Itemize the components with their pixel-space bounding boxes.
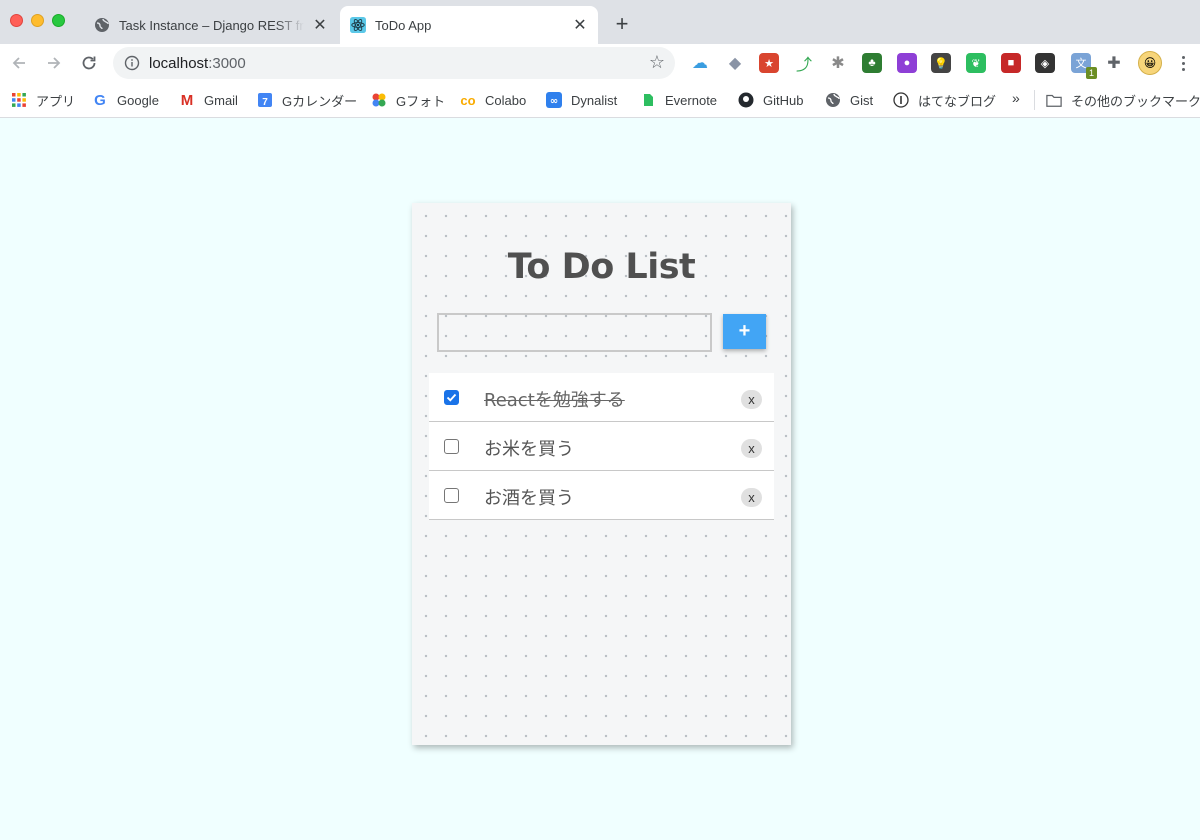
delete-todo-button[interactable]: x — [741, 390, 762, 409]
bookmark-label: Dynalist — [571, 92, 618, 108]
tab-django-rest[interactable]: Task Instance – Django REST fr ✕ — [84, 6, 338, 44]
bookmark-google[interactable]: G Google — [92, 89, 159, 111]
reload-icon[interactable] — [77, 51, 101, 75]
todo-list: Reactを勉強する x お米を買う x お酒を買う x — [429, 373, 774, 520]
browser-chrome: Task Instance – Django REST fr ✕ ToDo Ap… — [0, 0, 1200, 118]
apps-grid-icon — [11, 92, 27, 108]
forward-arrow-icon[interactable] — [42, 51, 66, 75]
close-icon[interactable]: ✕ — [310, 15, 330, 35]
bookmark-evernote[interactable]: Evernote — [640, 89, 717, 111]
more-menu-icon[interactable] — [1175, 52, 1191, 74]
bookmark-gフォト[interactable]: Gフォト — [371, 89, 445, 111]
bug-icon[interactable]: ✱ — [828, 53, 848, 73]
other-bookmarks-label: その他のブックマーク — [1071, 93, 1200, 109]
purple-circle-icon[interactable]: ● — [897, 53, 917, 73]
back-arrow-icon[interactable] — [7, 51, 31, 75]
tab-todo-app[interactable]: ToDo App ✕ — [340, 6, 598, 44]
todo-checkbox[interactable] — [444, 488, 459, 503]
tab-title: Task Instance – Django REST fr — [119, 17, 304, 33]
page-title: To Do List — [507, 247, 696, 287]
bookmark-star-icon[interactable]: ☆ — [649, 53, 665, 71]
bookmark-github[interactable]: GitHub — [738, 89, 803, 111]
todo-item: お酒を買う x — [429, 471, 774, 520]
html-tree-icon[interactable]: ♣ — [862, 53, 882, 73]
close-icon[interactable]: ✕ — [570, 15, 590, 35]
globe-icon — [825, 92, 841, 108]
url-text: localhost:3000 — [149, 55, 246, 72]
profile-avatar[interactable]: 😀 — [1138, 51, 1162, 75]
new-tab-button[interactable]: + — [610, 12, 634, 36]
other-bookmarks-folder[interactable]: その他のブックマーク — [1046, 89, 1200, 111]
window-close-button[interactable] — [10, 14, 23, 27]
new-todo-input[interactable] — [437, 313, 712, 352]
tab-strip: Task Instance – Django REST fr ✕ ToDo Ap… — [0, 0, 1200, 44]
bookmarks-bar: アプリ G Google M Gmail 7 Gカレンダー Gフォト co Colabo ∞ Dyna… — [0, 82, 1200, 118]
url-host: localhost — [149, 54, 209, 72]
hatena-icon — [893, 92, 909, 108]
cube-icon[interactable]: ◈ — [1035, 53, 1055, 73]
window-minimize-button[interactable] — [31, 14, 44, 27]
bookmark-label: アプリ — [36, 93, 76, 109]
bookmark-label: GitHub — [763, 92, 804, 108]
bookmark-label: Gフォト — [396, 93, 446, 109]
bookmark-はてなブログ[interactable]: はてなブログ — [893, 89, 996, 111]
bookmark-gmail[interactable]: M Gmail — [179, 89, 238, 111]
delete-todo-button[interactable]: x — [741, 439, 762, 458]
colab-icon: co — [460, 92, 476, 108]
translate-icon[interactable]: 文1 — [1071, 53, 1097, 79]
dropbox-icon[interactable]: ◆ — [725, 53, 745, 73]
extension-badge: 1 — [1085, 67, 1097, 79]
bookmark-label: Gmail — [204, 92, 238, 108]
globe-icon — [94, 17, 110, 33]
todo-checkbox[interactable] — [444, 390, 459, 405]
dynalist-icon: ∞ — [546, 92, 562, 108]
info-icon[interactable] — [124, 55, 140, 71]
lightbulb-icon[interactable]: 💡 — [931, 53, 951, 73]
bookmark-label: Evernote — [665, 92, 718, 108]
bookmark-label: Gカレンダー — [282, 93, 358, 109]
browser-toolbar: localhost:3000 ☆ ☁ ◆ ★ ⤴ ✱ ♣ ● 💡 ❦ ■ ◈ 文 1 ✚ 😀 — [0, 44, 1200, 82]
icloud-icon[interactable]: ☁ — [690, 53, 710, 73]
github-icon — [738, 92, 754, 108]
bookmark-label: Colabo — [485, 92, 527, 108]
bookmarks-overflow-button[interactable]: » — [1012, 90, 1020, 106]
bookmark-label: Gist — [850, 92, 874, 108]
tab-title: ToDo App — [375, 17, 432, 33]
puzzle-icon[interactable]: ✚ — [1104, 53, 1124, 73]
evernote-icon — [640, 92, 656, 108]
folder-icon — [1046, 92, 1062, 108]
todo-item: お米を買う x — [429, 422, 774, 471]
address-bar[interactable]: localhost:3000 ☆ — [113, 47, 675, 79]
svg-text:7: 7 — [262, 97, 268, 108]
calendar-icon: 7 — [257, 92, 273, 108]
bookmark-gist[interactable]: Gist — [825, 89, 873, 111]
share-icon[interactable]: ⤴ — [794, 53, 814, 74]
red-square-icon[interactable]: ■ — [1001, 53, 1021, 73]
add-todo-button[interactable]: + — [723, 314, 766, 349]
bookmark-label: Google — [117, 92, 159, 108]
todo-label: お酒を買う — [484, 488, 574, 509]
bookmark-star-icon[interactable]: ★ — [759, 53, 779, 73]
photos-icon — [371, 92, 387, 108]
todo-item: Reactを勉強する x — [429, 373, 774, 422]
bookmark-gカレンダー[interactable]: 7 Gカレンダー — [257, 89, 357, 111]
gmail-icon: M — [180, 91, 194, 109]
bookmark-アプリ[interactable]: アプリ — [11, 89, 75, 111]
todo-label: Reactを勉強する — [484, 390, 625, 411]
google-icon: G — [94, 91, 106, 109]
todo-checkbox[interactable] — [444, 439, 459, 454]
evernote-icon[interactable]: ❦ — [966, 53, 986, 73]
bookmark-colabo[interactable]: co Colabo — [460, 89, 526, 111]
bookmarks-separator — [1034, 90, 1035, 110]
window-zoom-button[interactable] — [52, 14, 65, 27]
react-icon — [350, 17, 366, 33]
todo-label: お米を買う — [484, 439, 574, 460]
url-port: :3000 — [208, 54, 246, 72]
bookmark-label: はてなブログ — [918, 93, 997, 109]
todo-card: To Do List + Reactを勉強する x お米を買う x お酒を買う … — [412, 203, 791, 745]
svg-text:∞: ∞ — [550, 96, 558, 107]
delete-todo-button[interactable]: x — [741, 488, 762, 507]
bookmark-dynalist[interactable]: ∞ Dynalist — [546, 89, 617, 111]
